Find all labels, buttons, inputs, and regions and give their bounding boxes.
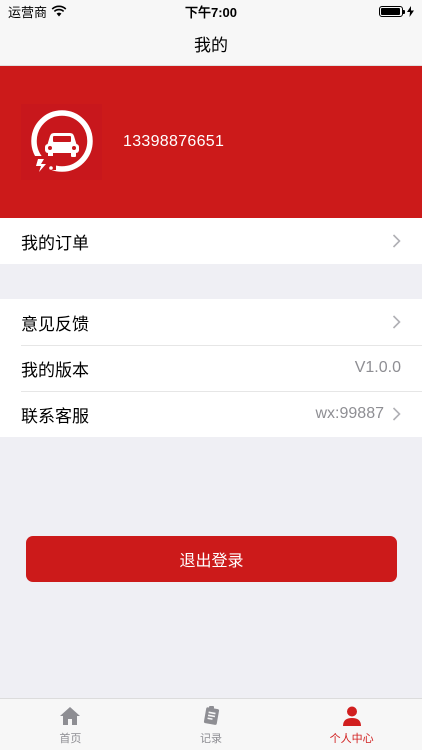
menu-item-right: V1.0.0 <box>355 359 401 377</box>
customer-service-value: wx:99887 <box>315 405 385 422</box>
record-icon <box>203 705 220 725</box>
car-logo-icon <box>30 110 93 172</box>
page-title: 我的 <box>194 36 228 55</box>
menu-item-feedback[interactable]: 意见反馈 <box>0 299 422 345</box>
menu-item-customer-service[interactable]: 联系客服 wx:99887 <box>0 391 422 437</box>
chevron-right-icon <box>392 234 401 248</box>
chevron-right-icon <box>392 315 401 329</box>
navigation-bar: 我的 <box>0 22 422 66</box>
version-value: V1.0.0 <box>354 359 401 376</box>
tab-record[interactable]: 记录 <box>141 699 282 750</box>
menu-item-label: 我的版本 <box>21 360 89 380</box>
tab-label: 首页 <box>59 732 82 745</box>
status-right <box>379 5 414 17</box>
menu-group-settings: 意见反馈 我的版本 V1.0.0 联系客服 wx:99887 <box>0 299 422 437</box>
charging-icon <box>407 5 414 17</box>
tab-bar: 首页 记录 个人中心 <box>0 698 422 750</box>
logout-button[interactable]: 退出登录 <box>26 536 397 582</box>
menu-group-orders: 我的订单 <box>0 218 422 264</box>
avatar[interactable] <box>21 104 102 180</box>
tab-personal-center[interactable]: 个人中心 <box>281 699 422 750</box>
home-icon <box>60 706 81 725</box>
battery-fill <box>381 7 400 15</box>
menu-item-version[interactable]: 我的版本 V1.0.0 <box>0 345 422 391</box>
status-bar: 运营商 下午7:00 <box>0 0 422 22</box>
menu-item-label: 联系客服 <box>21 406 89 426</box>
menu-item-right <box>392 234 401 248</box>
status-left: 运营商 <box>8 2 67 21</box>
menu-item-label: 意见反馈 <box>21 314 89 334</box>
menu-item-my-orders[interactable]: 我的订单 <box>0 218 422 264</box>
menu-item-right <box>392 315 401 329</box>
profile-header: 13398876651 <box>0 66 422 218</box>
tab-label: 记录 <box>200 732 222 745</box>
carrier-label: 运营商 <box>8 4 48 20</box>
tab-label: 个人中心 <box>329 732 374 745</box>
wifi-icon <box>51 5 67 17</box>
phone-number: 13398876651 <box>123 133 225 150</box>
menu-item-label: 我的订单 <box>21 233 89 253</box>
tab-home[interactable]: 首页 <box>0 699 141 750</box>
chevron-right-icon <box>392 407 401 421</box>
person-icon <box>342 706 361 726</box>
menu-item-right: wx:99887 <box>316 405 402 423</box>
battery-icon <box>379 5 405 17</box>
